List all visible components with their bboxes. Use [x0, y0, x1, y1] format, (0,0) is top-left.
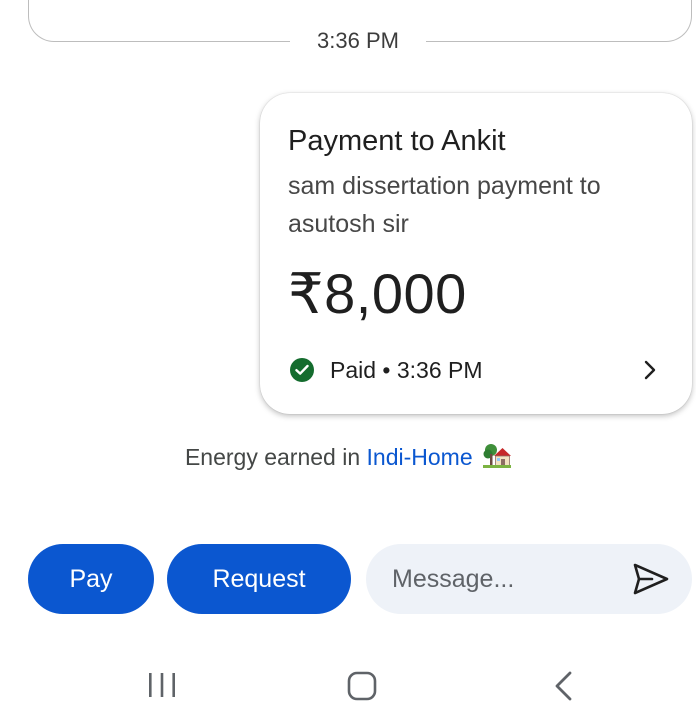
chat-screen: 3:36 PM Payment to Ankit sam dissertatio… [0, 0, 696, 726]
pay-button[interactable]: Pay [28, 544, 154, 614]
recents-icon[interactable] [146, 670, 178, 700]
system-navigation-bar [0, 660, 696, 710]
payment-amount: ₹8,000 [288, 262, 467, 325]
request-button[interactable]: Request [167, 544, 351, 614]
payment-note: sam dissertation payment to asutosh sir [288, 172, 601, 238]
back-icon[interactable] [552, 670, 576, 702]
house-with-garden-icon [483, 442, 512, 474]
message-box [366, 544, 692, 614]
home-icon[interactable] [346, 670, 378, 702]
message-input[interactable] [392, 544, 622, 614]
indi-home-link[interactable]: Indi-Home [367, 444, 473, 470]
payment-status-text: Paid • 3:36 PM [330, 356, 483, 383]
payment-card[interactable]: Payment to Ankit sam dissertation paymen… [260, 93, 692, 414]
payment-status: Paid • 3:36 PM [290, 355, 483, 385]
message-timestamp: 3:36 PM [290, 24, 426, 58]
check-circle-icon [290, 358, 314, 382]
send-icon[interactable] [632, 561, 670, 597]
energy-earned-line: Energy earned in Indi-Home [0, 442, 696, 474]
energy-prefix: Energy earned in [184, 444, 367, 470]
chevron-right-icon[interactable] [638, 355, 662, 385]
payment-title: Payment to Ankit [288, 125, 506, 157]
